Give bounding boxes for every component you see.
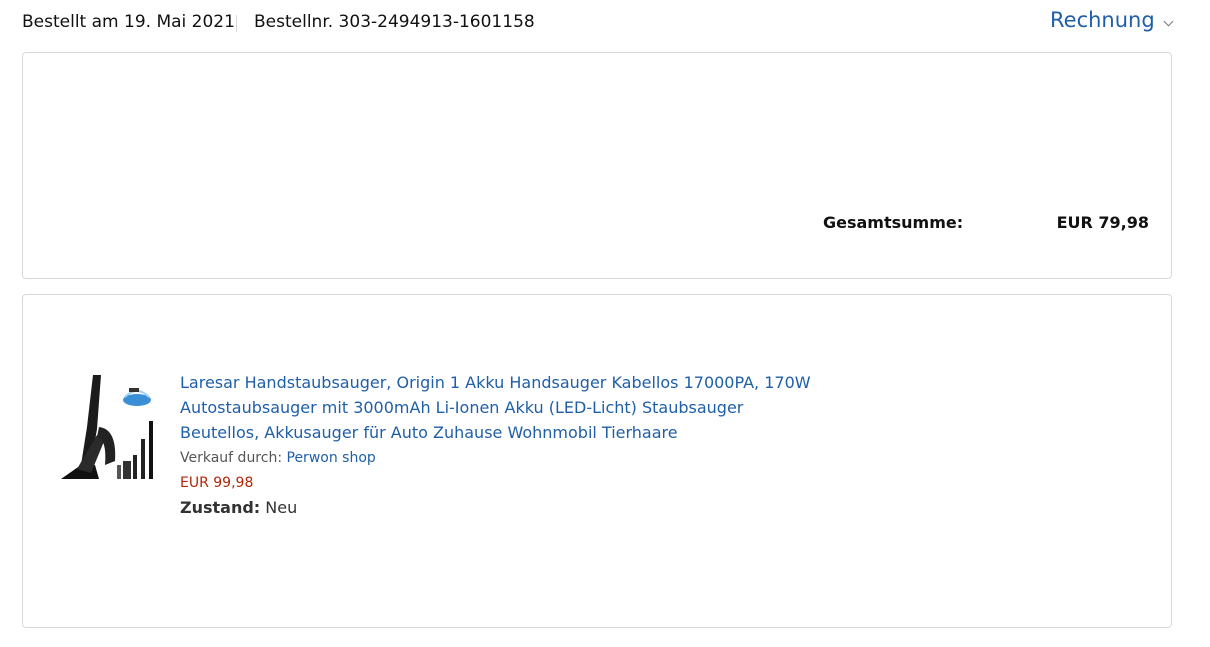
- item-condition: Zustand: Neu: [180, 498, 297, 517]
- condition-value: Neu: [265, 498, 298, 517]
- condition-label: Zustand:: [180, 498, 261, 517]
- handheld-vacuum-icon: [61, 375, 153, 479]
- total-label: Gesamtsumme:: [823, 213, 964, 232]
- order-header: Bestellt am 19. Mai 2021 Bestellnr. 303-…: [0, 0, 1210, 46]
- product-image[interactable]: [57, 369, 161, 487]
- invoice-dropdown[interactable]: Rechnung: [1050, 8, 1174, 32]
- order-date: Bestellt am 19. Mai 2021: [22, 12, 235, 32]
- order-number: Bestellnr. 303-2494913-1601158: [254, 12, 535, 32]
- seller-link[interactable]: Perwon shop: [287, 450, 376, 466]
- seller-line: Verkauf durch: Perwon shop: [180, 450, 376, 466]
- order-summary-card: Gesamtsumme: EUR 79,98: [22, 52, 1172, 279]
- item-price: EUR 99,98: [180, 475, 254, 491]
- total-value: EUR 79,98: [1056, 213, 1149, 232]
- header-divider: [236, 15, 237, 32]
- chevron-down-icon: [1163, 16, 1174, 27]
- order-item-card: Laresar Handstaubsauger, Origin 1 Akku H…: [22, 294, 1172, 628]
- invoice-label: Rechnung: [1050, 8, 1155, 32]
- product-title-link[interactable]: Laresar Handstaubsauger, Origin 1 Akku H…: [180, 370, 820, 445]
- sold-by-label: Verkauf durch:: [180, 450, 283, 466]
